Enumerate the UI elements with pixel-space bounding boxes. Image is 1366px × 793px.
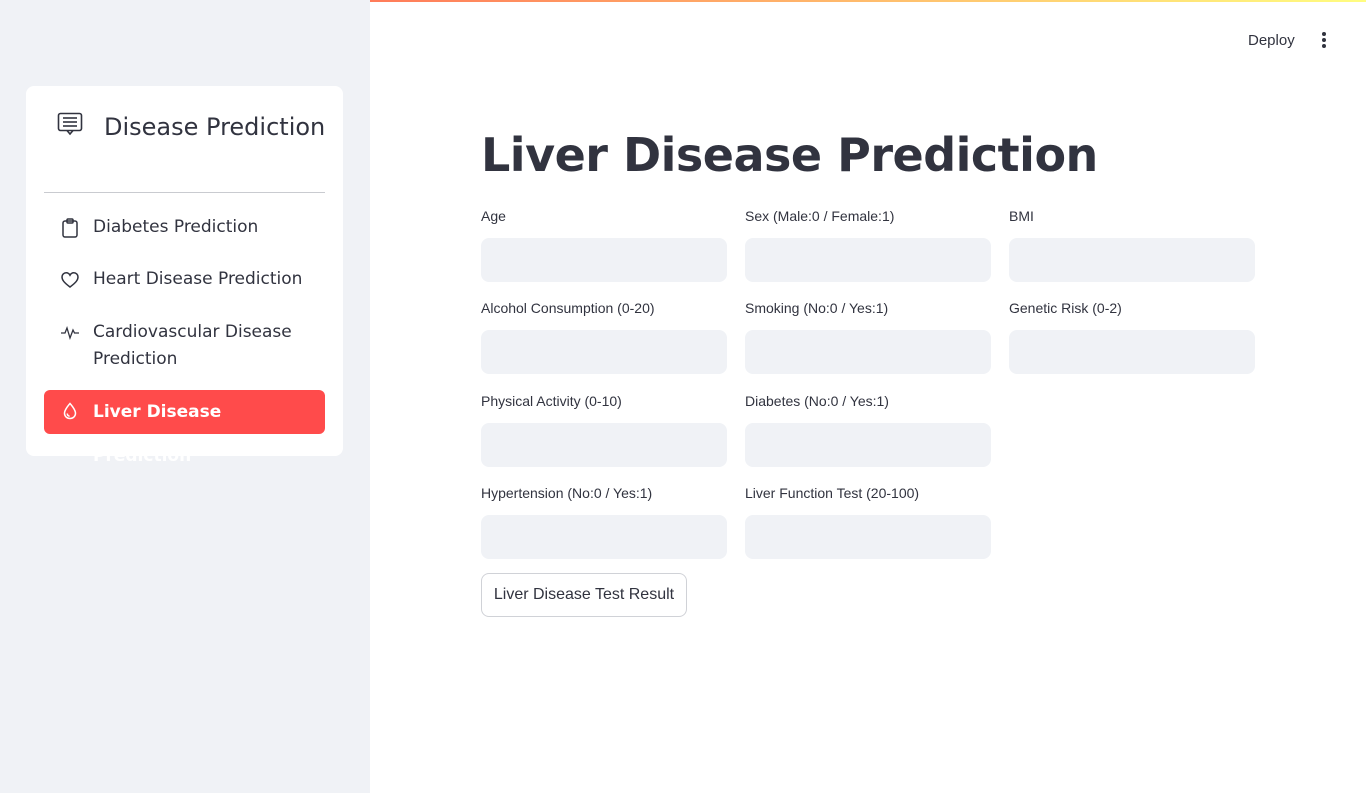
activity-icon	[61, 323, 79, 341]
sidebar-item-diabetes[interactable]: Diabetes Prediction	[44, 214, 325, 242]
menu-divider	[44, 192, 325, 193]
field-label: Liver Function Test (20-100)	[745, 485, 920, 501]
menu-header: Disease Prediction	[57, 108, 327, 146]
physical-activity-input[interactable]	[481, 423, 727, 467]
field-label: Hypertension (No:0 / Yes:1)	[481, 485, 653, 501]
heart-icon	[61, 271, 79, 289]
option-menu: Disease Prediction Diabetes Prediction H…	[26, 86, 343, 466]
field-label: Sex (Male:0 / Female:1)	[745, 208, 895, 224]
liver-disease-test-result-button[interactable]: Liver Disease Test Result	[481, 573, 687, 617]
field-genetic-risk: Genetic Risk (0-2)	[1009, 298, 1255, 374]
field-label: Alcohol Consumption (0-20)	[481, 300, 655, 316]
field-age: Age	[481, 206, 727, 282]
field-physical-activity: Physical Activity (0-10)	[481, 391, 727, 467]
sex-input[interactable]	[745, 238, 991, 282]
field-liver-function: Liver Function Test (20-100)	[745, 483, 991, 559]
sidebar-item-label: Cardiovascular Disease Prediction	[93, 322, 292, 369]
liver-function-test-input[interactable]	[745, 515, 991, 559]
sidebar-item-label: Liver Disease Prediction	[93, 402, 222, 466]
field-label: Age	[481, 208, 506, 224]
sidebar-item-heart-disease[interactable]: Heart Disease Prediction	[44, 266, 325, 294]
field-sex: Sex (Male:0 / Female:1)	[745, 206, 991, 282]
menu-title: Disease Prediction	[104, 113, 326, 141]
hypertension-input[interactable]	[481, 515, 727, 559]
sidebar-item-liver-disease[interactable]: Liver Disease Prediction	[44, 390, 325, 466]
field-label: Smoking (No:0 / Yes:1)	[745, 300, 889, 316]
vertical-ellipsis-icon[interactable]	[1314, 30, 1334, 52]
page-title: Liver Disease Prediction	[481, 128, 1098, 182]
smoking-input[interactable]	[745, 330, 991, 374]
field-label: BMI	[1009, 208, 1034, 224]
field-label: Diabetes (No:0 / Yes:1)	[745, 393, 889, 409]
bmi-input[interactable]	[1009, 238, 1255, 282]
field-label: Physical Activity (0-10)	[481, 393, 622, 409]
field-hypertension: Hypertension (No:0 / Yes:1)	[481, 483, 727, 559]
field-label: Genetic Risk (0-2)	[1009, 300, 1122, 316]
deploy-button[interactable]: Deploy	[1238, 28, 1305, 53]
sidebar: Disease Prediction Diabetes Prediction H…	[0, 0, 370, 793]
age-input[interactable]	[481, 238, 727, 282]
card-text-icon	[57, 112, 83, 136]
field-diabetes: Diabetes (No:0 / Yes:1)	[745, 391, 991, 467]
clipboard-icon	[61, 218, 79, 238]
diabetes-input[interactable]	[745, 423, 991, 467]
field-bmi: BMI	[1009, 206, 1255, 282]
sidebar-item-label: Diabetes Prediction	[93, 217, 259, 237]
field-alcohol: Alcohol Consumption (0-20)	[481, 298, 727, 374]
alcohol-consumption-input[interactable]	[481, 330, 727, 374]
field-smoking: Smoking (No:0 / Yes:1)	[745, 298, 991, 374]
genetic-risk-input[interactable]	[1009, 330, 1255, 374]
droplet-icon	[61, 402, 79, 420]
sidebar-item-cardiovascular[interactable]: Cardiovascular Disease Prediction	[44, 319, 325, 375]
sidebar-item-label: Heart Disease Prediction	[93, 269, 303, 289]
